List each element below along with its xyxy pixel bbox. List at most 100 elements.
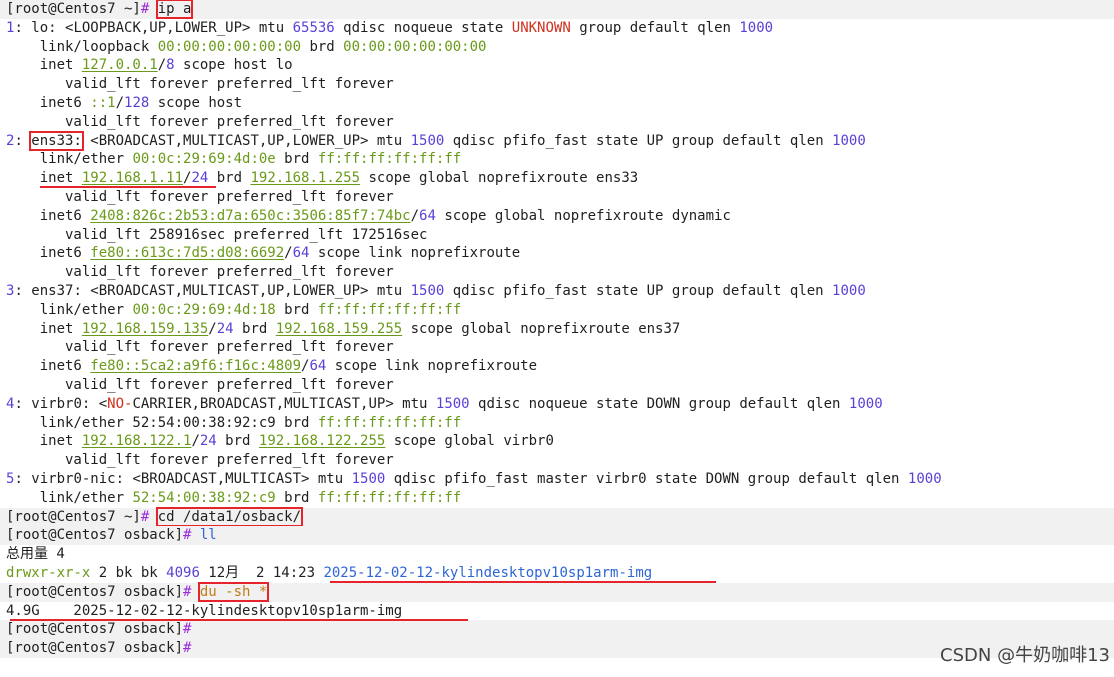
terminal-text: 2408:826c:2b53:d7a:650c:3506:85f7:74bc bbox=[90, 207, 411, 224]
terminal-text: NO- bbox=[107, 395, 133, 412]
terminal-text: 192.168.159.255 bbox=[275, 320, 403, 337]
terminal-text: 1500 bbox=[410, 132, 445, 149]
terminal-text: [root@Centos7 osback] bbox=[6, 621, 184, 638]
terminal-text: group default qlen bbox=[570, 19, 740, 36]
terminal-text: / bbox=[410, 207, 420, 224]
terminal-text: # bbox=[140, 508, 158, 525]
prompt-line: [root@Centos7 osback]# du -sh * bbox=[0, 581, 1114, 602]
terminal-text: valid_lft forever preferred_lft forever bbox=[6, 113, 394, 130]
output-line: inet 192.168.122.1/24 brd 192.168.122.25… bbox=[0, 432, 1114, 451]
output-line: inet 127.0.0.1/8 scope host lo bbox=[0, 56, 1114, 75]
terminal-window[interactable]: [root@Centos7 ~]# ip a 1: lo: <LOOPBACK,U… bbox=[0, 0, 1114, 677]
terminal-text: qdisc pfifo_fast master virbr0 state DOW… bbox=[385, 471, 908, 487]
terminal-text: valid_lft forever preferred_lft forever bbox=[6, 377, 394, 393]
terminal-text: link/ether bbox=[6, 301, 133, 318]
terminal-text: : virbr0-nic: <BROADCAST,MULTICAST> mtu bbox=[14, 471, 352, 487]
terminal-text: ff:ff:ff:ff:ff:ff bbox=[317, 489, 462, 506]
terminal-text: / bbox=[191, 433, 200, 450]
terminal-text: # bbox=[183, 527, 200, 544]
terminal-text: : bbox=[14, 132, 32, 149]
terminal-text: fe80::5ca2:a9f6:f16c:4809 bbox=[90, 358, 302, 375]
terminal-text: 2 bk bk bbox=[90, 565, 167, 581]
output-line: 3: ens37: <BROADCAST,MULTICAST,UP,LOWER_… bbox=[0, 282, 1114, 301]
terminal-text: : lo: <LOOPBACK,UP,LOWER_UP> mtu bbox=[14, 19, 293, 36]
terminal-text: [root@Centos7 osback] bbox=[6, 583, 184, 600]
terminal-text: / bbox=[208, 320, 217, 337]
terminal-text: CARRIER,BROADCAST,MULTICAST,UP> mtu bbox=[132, 395, 436, 412]
highlighted-command: ip a bbox=[155, 0, 194, 19]
terminal-text: : ens37: <BROADCAST,MULTICAST,UP,LOWER_U… bbox=[14, 283, 411, 299]
annotation-underline-ll-entry bbox=[330, 581, 716, 583]
terminal-text: [root@Centos7 ~] bbox=[6, 1, 141, 17]
terminal-text: 64 bbox=[292, 245, 310, 262]
output-line: 4: virbr0: <NO-CARRIER,BROADCAST,MULTICA… bbox=[0, 395, 1114, 414]
terminal-text: qdisc noqueue state bbox=[334, 19, 512, 36]
output-line: drwxr-xr-x 2 bk bk 4096 12月 2 14:23 2025… bbox=[0, 564, 1114, 583]
output-line: link/loopback 00:00:00:00:00:00 brd 00:0… bbox=[0, 38, 1114, 57]
prompt-line: [root@Centos7 osback]# ll bbox=[0, 526, 1114, 546]
terminal-text: qdisc noqueue state DOWN group default q… bbox=[469, 395, 849, 412]
terminal-text: scope host lo bbox=[174, 57, 293, 74]
terminal-text: 192.168.159.135 bbox=[81, 320, 209, 337]
terminal-text: brd bbox=[275, 301, 318, 318]
terminal-text: brd bbox=[216, 433, 259, 450]
terminal-text: 1500 bbox=[435, 395, 470, 412]
output-line: inet 192.168.159.135/24 brd 192.168.159.… bbox=[0, 320, 1114, 339]
terminal-text: 65536 bbox=[292, 19, 335, 36]
terminal-text: link/ether 52:54:00:38:92:c9 brd bbox=[6, 414, 318, 431]
terminal-text: link/ether bbox=[6, 489, 133, 506]
terminal-text: 1500 bbox=[410, 283, 445, 299]
terminal-text: 64 bbox=[309, 358, 327, 375]
terminal-text: 1000 bbox=[832, 132, 866, 149]
terminal-text: [root@Centos7 osback] bbox=[6, 527, 184, 544]
terminal-text: link/ether bbox=[6, 151, 133, 168]
terminal-text: 127.0.0.1 bbox=[81, 57, 158, 74]
output-line: 5: virbr0-nic: <BROADCAST,MULTICAST> mtu… bbox=[0, 470, 1114, 489]
output-line: valid_lft 258916sec preferred_lft 172516… bbox=[0, 226, 1114, 245]
terminal-text: # bbox=[183, 583, 200, 600]
terminal-text: 64 bbox=[419, 207, 436, 224]
terminal-text: inet bbox=[6, 433, 82, 450]
terminal-text: # bbox=[183, 621, 192, 638]
terminal-text: scope link noprefixroute bbox=[326, 358, 538, 375]
output-line: valid_lft forever preferred_lft forever bbox=[0, 113, 1114, 132]
terminal-text: # bbox=[183, 640, 192, 657]
terminal-text: inet6 bbox=[6, 245, 91, 262]
output-line: 4.9G 2025-12-02-12-kylindesktopv10sp1arm… bbox=[0, 602, 1114, 621]
output-line: link/ether 52:54:00:38:92:c9 brd ff:ff:f… bbox=[0, 489, 1114, 508]
terminal-text: scope global noprefixroute ens37 bbox=[402, 320, 681, 337]
terminal-text: fe80::613c:7d5:d08:6692 bbox=[90, 245, 285, 262]
terminal-text: valid_lft forever preferred_lft forever bbox=[6, 452, 394, 469]
terminal-text: 1000 bbox=[907, 471, 942, 487]
terminal-text: valid_lft forever preferred_lft forever bbox=[6, 264, 394, 281]
terminal-text: <BROADCAST,MULTICAST,UP,LOWER_UP> mtu bbox=[81, 132, 411, 149]
terminal-text: ff:ff:ff:ff:ff:ff bbox=[317, 301, 462, 318]
highlighted-command: cd /data1/osback/ bbox=[155, 506, 304, 527]
output-line: inet6 fe80::613c:7d5:d08:6692/64 scope l… bbox=[0, 244, 1114, 263]
terminal-text: 24 bbox=[199, 433, 217, 450]
output-line: link/ether 52:54:00:38:92:c9 brd ff:ff:f… bbox=[0, 414, 1114, 433]
terminal-text: 192.168.122.1 bbox=[81, 433, 192, 450]
terminal-text: inet6 bbox=[6, 95, 91, 111]
terminal-text: 2025-12-02-12-kylindesktopv10sp1arm-img bbox=[323, 565, 653, 581]
terminal-text: brd bbox=[275, 489, 318, 506]
terminal-text: scope global noprefixroute ens33 bbox=[360, 170, 639, 187]
output-line: valid_lft forever preferred_lft forever bbox=[0, 263, 1114, 282]
terminal-text: # bbox=[140, 1, 158, 17]
terminal-text: inet6 bbox=[6, 358, 91, 375]
annotation-underline-inet bbox=[40, 186, 216, 188]
terminal-text: 00:00:00:00:00:00 bbox=[343, 38, 487, 55]
terminal-text: brd bbox=[301, 38, 344, 55]
output-line: valid_lft forever preferred_lft forever bbox=[0, 376, 1114, 395]
output-line: 1: lo: <LOOPBACK,UP,LOWER_UP> mtu 65536 … bbox=[0, 19, 1114, 38]
terminal-text: 1000 bbox=[739, 19, 774, 36]
output-line: valid_lft forever preferred_lft forever bbox=[0, 75, 1114, 94]
terminal-text: ff:ff:ff:ff:ff:ff bbox=[317, 151, 462, 168]
terminal-text: UNKNOWN bbox=[511, 19, 571, 36]
annotation-underline-du-output bbox=[10, 619, 468, 621]
terminal-text: valid_lft forever preferred_lft forever bbox=[6, 76, 394, 93]
terminal-text: 52:54:00:38:92:c9 bbox=[132, 489, 276, 506]
terminal-text: ff:ff:ff:ff:ff:ff bbox=[317, 414, 462, 431]
terminal-text: 24 bbox=[191, 170, 209, 187]
terminal-text: scope global noprefixroute dynamic bbox=[435, 207, 731, 224]
